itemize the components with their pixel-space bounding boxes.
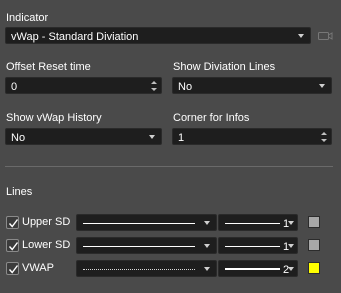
lower-sd-label: Lower SD: [22, 239, 71, 251]
lower-sd-color-swatch[interactable]: [308, 239, 320, 251]
vwap-checkbox[interactable]: [6, 262, 19, 275]
lower-sd-style-select[interactable]: [76, 237, 217, 254]
upper-sd-style-select[interactable]: [76, 214, 217, 231]
line-style-preview: [83, 246, 195, 247]
indicator-label: Indicator: [6, 12, 49, 24]
chevron-down-icon: [288, 267, 294, 271]
indicator-selected-value: vWap - Standard Diviation: [11, 31, 139, 43]
indicator-select[interactable]: vWap - Standard Diviation: [5, 27, 311, 44]
upper-sd-checkbox[interactable]: [6, 216, 19, 229]
lines-heading: Lines: [6, 186, 33, 198]
chevron-down-icon: [204, 221, 210, 225]
camera-icon[interactable]: [316, 27, 334, 44]
lower-sd-width-select[interactable]: 1: [218, 237, 298, 254]
show-deviation-lines-label: Show Diviation Lines: [173, 61, 276, 73]
line-width-preview: [225, 268, 280, 270]
show-deviation-lines-select[interactable]: No: [172, 77, 332, 94]
lower-sd-checkbox[interactable]: [6, 239, 19, 252]
section-divider: [5, 166, 333, 167]
upper-sd-width-select[interactable]: 1: [218, 214, 298, 231]
show-history-value: No: [11, 132, 26, 144]
chevron-down-icon: [288, 221, 294, 225]
line-style-preview: [83, 269, 195, 270]
chevron-down-icon: [298, 34, 304, 38]
vwap-label: VWAP: [22, 262, 54, 274]
checkmark-icon: [8, 265, 19, 274]
offset-reset-value: 0: [11, 81, 18, 93]
spin-down-icon[interactable]: [321, 139, 327, 142]
show-history-label: Show vWap History: [6, 112, 102, 124]
line-style-preview: [83, 223, 195, 224]
spin-up-icon[interactable]: [321, 132, 327, 135]
vwap-color-swatch[interactable]: [308, 262, 320, 274]
vwap-width-select[interactable]: 2: [218, 260, 298, 277]
line-width-preview: [225, 246, 280, 247]
line-row-upper-sd: Upper SD 1: [6, 214, 336, 231]
chevron-down-icon: [288, 244, 294, 248]
upper-sd-color-swatch[interactable]: [308, 216, 320, 228]
line-row-vwap: VWAP 2: [6, 260, 336, 277]
spin-down-icon[interactable]: [151, 88, 157, 91]
show-deviation-lines-value: No: [178, 81, 193, 93]
offset-reset-stepper[interactable]: 0: [5, 77, 162, 94]
chevron-down-icon: [149, 135, 155, 139]
chevron-down-icon: [204, 244, 210, 248]
checkmark-icon: [8, 219, 19, 228]
chevron-down-icon: [204, 267, 210, 271]
checkmark-icon: [8, 242, 19, 251]
chevron-down-icon: [319, 84, 325, 88]
line-width-preview: [225, 223, 280, 224]
corner-infos-label: Corner for Infos: [173, 112, 250, 124]
show-history-select[interactable]: No: [5, 128, 162, 145]
offset-reset-label: Offset Reset time: [6, 61, 91, 73]
line-row-lower-sd: Lower SD 1: [6, 237, 336, 254]
corner-infos-value: 1: [178, 132, 185, 144]
vwap-style-select[interactable]: [76, 260, 217, 277]
corner-infos-stepper[interactable]: 1: [172, 128, 332, 145]
spin-up-icon[interactable]: [151, 81, 157, 84]
upper-sd-label: Upper SD: [22, 216, 71, 228]
